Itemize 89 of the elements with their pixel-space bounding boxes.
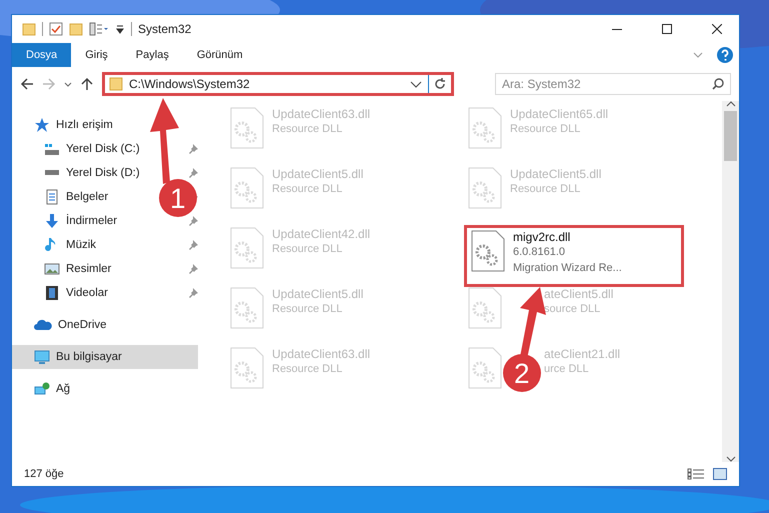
file-gear-icon (468, 287, 502, 329)
drive-icon (44, 170, 60, 176)
ribbon-tab[interactable]: Dosya (12, 43, 72, 67)
document-icon (44, 189, 60, 205)
search-icon[interactable] (712, 78, 724, 90)
file-gear-icon (468, 167, 502, 209)
file-name: UpdateClient5.dll (510, 167, 602, 181)
sidebar-item[interactable]: Ağ (12, 377, 74, 401)
sidebar-item[interactable]: Videolar (12, 281, 112, 305)
folder-icon (109, 77, 123, 91)
film-icon (44, 285, 60, 301)
file-gear-icon (468, 107, 502, 149)
file-details: Resource DLL (510, 182, 580, 197)
file-details: Migration Wizard Re... (513, 261, 622, 276)
file-details: urce DLL (544, 362, 589, 377)
maximize-icon (662, 24, 672, 34)
file-name: UpdateClient5.dll (272, 287, 364, 301)
file-details: Resource DLL (272, 302, 342, 317)
picture-icon (44, 261, 60, 277)
monitor-icon (34, 349, 50, 365)
sidebar-item[interactable]: OneDrive (12, 313, 111, 337)
file-gear-icon (230, 347, 264, 389)
file-gear-icon (230, 107, 264, 149)
file-details: Resource DLL (272, 362, 342, 377)
scroll-thumb[interactable] (724, 111, 737, 161)
minimize-icon (612, 28, 622, 30)
network-icon (34, 381, 50, 397)
file-item[interactable]: migv2rc.dll 6.0.8161.0 Migration Wizard Re... (464, 225, 684, 287)
address-field[interactable]: C:\Windows\System32 (102, 72, 454, 96)
file-details: Resource DLL (272, 242, 342, 257)
help-icon[interactable] (717, 47, 733, 63)
sidebar-item[interactable]: Müzik (12, 233, 100, 257)
download-icon (44, 213, 60, 229)
search-field[interactable]: Ara: System32 (495, 73, 731, 95)
file-details: Resource DLL (272, 122, 342, 137)
checkbox-icon[interactable] (49, 22, 63, 36)
scrollbar[interactable] (722, 101, 739, 462)
folder-icon[interactable] (69, 22, 83, 36)
pin-icon[interactable] (188, 288, 198, 298)
file-gear-icon (230, 167, 264, 209)
file-gear-icon (468, 347, 502, 389)
sidebar-item[interactable]: Yerel Disk (D:) (12, 161, 144, 185)
file-details: Resource DLL (510, 122, 580, 137)
file-name: UpdateClient65.dll (510, 107, 608, 121)
file-gear-icon (471, 230, 505, 272)
file-details: Resource DLL (272, 182, 342, 197)
ribbon-tab[interactable]: Giriş (71, 43, 122, 67)
file-gear-icon (230, 227, 264, 269)
view-icon[interactable] (89, 22, 109, 36)
up-button[interactable] (80, 77, 94, 91)
sidebar-item[interactable]: Resimler (12, 257, 116, 281)
sidebar-item[interactable]: Yerel Disk (C:) (12, 137, 144, 161)
pin-icon[interactable] (188, 216, 198, 226)
pin-icon[interactable] (188, 264, 198, 274)
sidebar-item[interactable]: İndirmeler (12, 209, 122, 233)
pin-icon[interactable] (188, 168, 198, 178)
sidebar-item[interactable]: Bu bilgisayar (12, 345, 198, 369)
file-name: ateClient5.dll (544, 287, 614, 301)
scroll-down-icon[interactable] (726, 456, 736, 462)
dropdown-icon[interactable] (410, 80, 422, 88)
file-name: UpdateClient63.dll (272, 107, 370, 121)
scroll-up-icon[interactable] (726, 101, 736, 107)
file-name: UpdateClient42.dll (272, 227, 370, 241)
item-count: 127 öğe (24, 468, 65, 480)
chevron-down-icon[interactable] (693, 52, 703, 58)
details-view-icon[interactable] (687, 468, 705, 480)
sidebar-item[interactable]: Hızlı erişim (12, 113, 117, 137)
refresh-icon (433, 77, 447, 91)
pin-icon[interactable] (188, 144, 198, 154)
cloud-icon (34, 318, 52, 332)
drive-icon (44, 142, 60, 156)
file-name: UpdateClient5.dll (272, 167, 364, 181)
dropdown-icon[interactable] (115, 24, 125, 34)
file-details: 6.0.8161.0 (513, 245, 565, 260)
file-name: ateClient21.dll (544, 347, 620, 361)
sidebar-item[interactable]: Belgeler (12, 185, 112, 209)
ribbon-tab[interactable]: Görünüm (182, 43, 257, 67)
file-gear-icon (230, 287, 264, 329)
file-name: migv2rc.dll (513, 230, 570, 244)
large-icons-view-icon[interactable] (713, 468, 727, 480)
window-title: System32 (138, 22, 192, 36)
file-name: UpdateClient63.dll (272, 347, 370, 361)
folder-icon[interactable] (22, 22, 36, 36)
star-icon (34, 117, 50, 133)
back-button[interactable] (20, 77, 34, 91)
ribbon-tab[interactable]: Paylaş (122, 43, 183, 67)
file-details: source DLL (544, 302, 600, 317)
pin-icon[interactable] (188, 240, 198, 250)
close-icon (712, 24, 722, 34)
